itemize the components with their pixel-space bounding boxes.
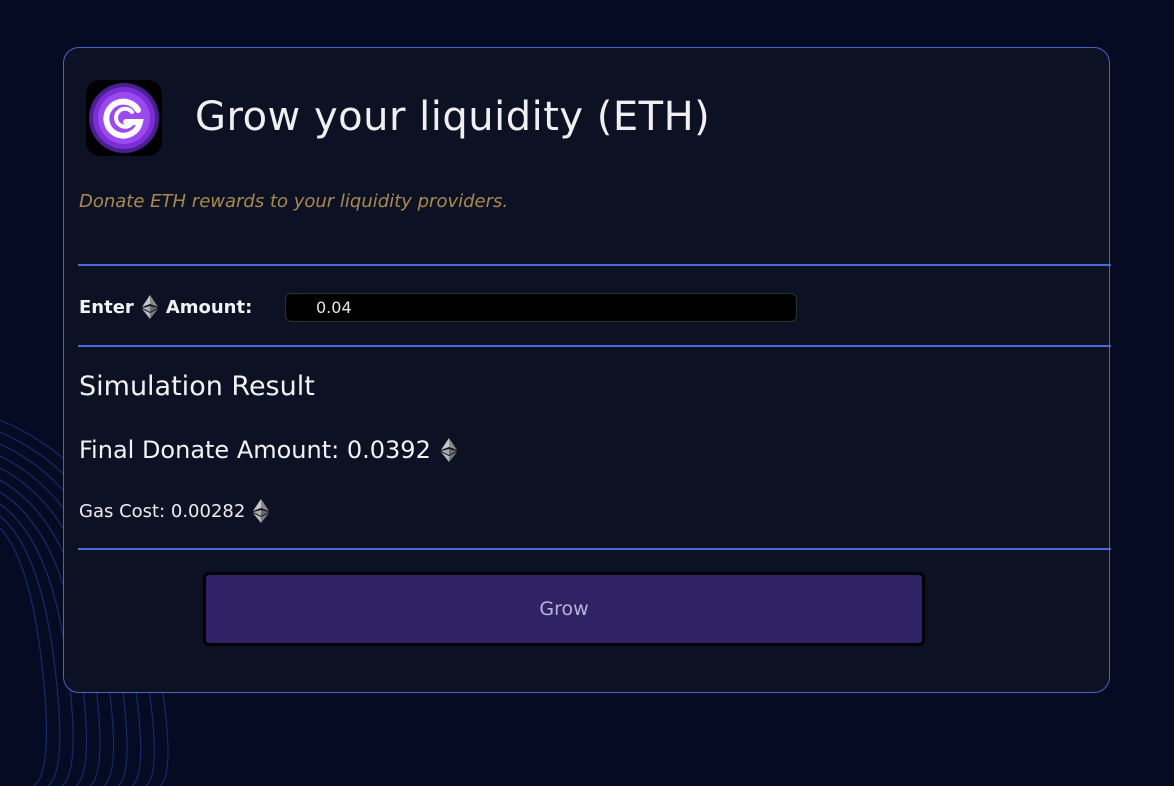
ethereum-icon: [440, 438, 457, 462]
divider: [78, 345, 1111, 347]
ethereum-icon: [253, 499, 270, 523]
amount-label-prefix: Enter: [79, 296, 134, 318]
page-title: Grow your liquidity (ETH): [195, 94, 711, 140]
simulation-result-heading: Simulation Result: [79, 371, 315, 402]
gas-cost: Gas Cost: 0.00282: [79, 499, 270, 523]
page-subtitle: Donate ETH rewards to your liquidity pro…: [79, 191, 509, 212]
final-donate-amount-text: Final Donate Amount: 0.0392: [79, 436, 431, 464]
divider: [78, 264, 1111, 266]
card-header: Grow your liquidity (ETH): [86, 80, 786, 156]
ethereum-icon: [141, 295, 158, 319]
gas-cost-text: Gas Cost: 0.00282: [79, 500, 246, 522]
amount-label-suffix: Amount:: [165, 296, 253, 318]
final-donate-amount: Final Donate Amount: 0.0392: [79, 436, 457, 464]
divider: [78, 548, 1111, 550]
grow-liquidity-card: Grow your liquidity (ETH) Donate ETH rew…: [63, 47, 1111, 693]
g-swirl-logo-icon: [86, 80, 162, 156]
amount-label: Enter Amount:: [79, 295, 252, 319]
grow-button[interactable]: Grow: [203, 572, 925, 646]
amount-input[interactable]: [285, 293, 797, 322]
